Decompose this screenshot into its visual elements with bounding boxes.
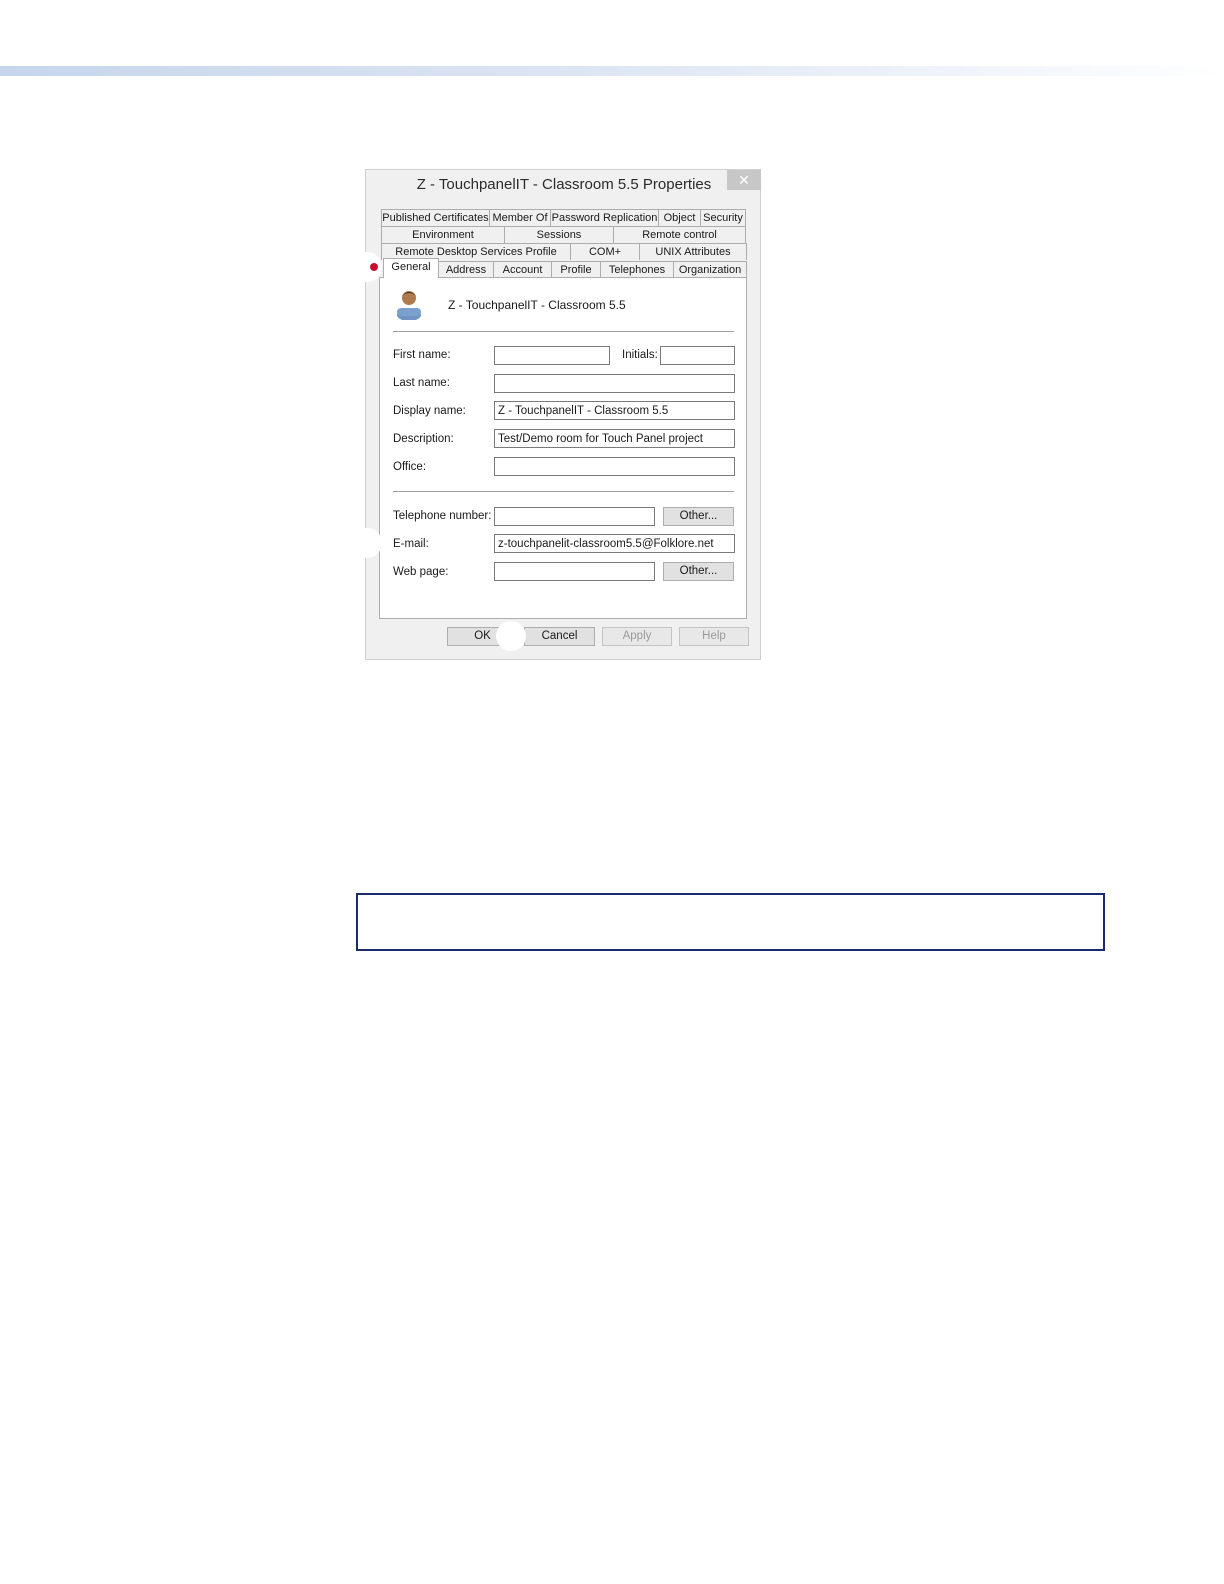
tab-published-certificates[interactable]: Published Certificates: [381, 209, 490, 226]
general-tab-panel: Z - TouchpanelIT - Classroom 5.5 First n…: [379, 277, 747, 619]
tab-remote-control[interactable]: Remote control: [613, 226, 746, 243]
tab-environment[interactable]: Environment: [381, 226, 505, 243]
tab-password-replication[interactable]: Password Replication: [550, 209, 659, 226]
webpage-other-button[interactable]: Other...: [663, 562, 734, 581]
tab-address[interactable]: Address: [438, 261, 494, 278]
callout-marker: [352, 528, 382, 558]
note-box: [356, 893, 1105, 951]
display-name-field[interactable]: Z - TouchpanelIT - Classroom 5.5: [494, 401, 735, 420]
close-button[interactable]: ✕: [727, 170, 761, 190]
help-button[interactable]: Help: [679, 627, 749, 646]
tab-account[interactable]: Account: [493, 261, 552, 278]
apply-button[interactable]: Apply: [602, 627, 672, 646]
tab-row-2: Environment Sessions Remote control: [381, 226, 746, 243]
description-label: Description:: [393, 433, 454, 445]
last-name-field[interactable]: [494, 374, 735, 393]
tab-organization[interactable]: Organization: [673, 261, 747, 278]
telephone-other-button[interactable]: Other...: [663, 507, 734, 526]
first-name-label: First name:: [393, 349, 451, 361]
separator: [393, 331, 734, 332]
description-field[interactable]: Test/Demo room for Touch Panel project: [494, 429, 735, 448]
tab-profile[interactable]: Profile: [551, 261, 601, 278]
email-field[interactable]: z-touchpanelit-classroom5.5@Folklore.net: [494, 534, 735, 553]
tab-general[interactable]: General: [383, 258, 439, 278]
telephone-field[interactable]: [494, 507, 655, 526]
tab-security[interactable]: Security: [700, 209, 746, 226]
office-label: Office:: [393, 461, 427, 473]
tab-member-of[interactable]: Member Of: [489, 209, 551, 226]
initials-label: Initials:: [622, 349, 658, 361]
object-name: Z - TouchpanelIT - Classroom 5.5: [448, 298, 626, 312]
telephone-label: Telephone number:: [393, 510, 492, 522]
tab-row-4: General Address Account Profile Telephon…: [383, 258, 747, 278]
callout-marker: [496, 621, 526, 651]
tab-row-1: Published Certificates Member Of Passwor…: [381, 209, 746, 226]
webpage-label: Web page:: [393, 566, 449, 578]
initials-field[interactable]: [660, 346, 735, 365]
last-name-label: Last name:: [393, 377, 450, 389]
tab-com-plus[interactable]: COM+: [570, 243, 640, 260]
email-label: E-mail:: [393, 538, 429, 550]
separator: [393, 491, 734, 492]
tab-telephones[interactable]: Telephones: [600, 261, 674, 278]
close-icon: ✕: [738, 172, 750, 188]
header-gradient-band: [0, 66, 1224, 76]
user-icon: [397, 291, 421, 320]
tab-sessions[interactable]: Sessions: [504, 226, 614, 243]
callout-marker-dot: [370, 263, 378, 271]
cancel-button[interactable]: Cancel: [524, 627, 595, 646]
tab-unix-attributes[interactable]: UNIX Attributes: [639, 243, 747, 260]
webpage-field[interactable]: [494, 562, 655, 581]
tab-object[interactable]: Object: [658, 209, 701, 226]
office-field[interactable]: [494, 457, 735, 476]
dialog-title: Z - TouchpanelIT - Classroom 5.5 Propert…: [416, 176, 712, 193]
first-name-field[interactable]: [494, 346, 610, 365]
display-name-label: Display name:: [393, 405, 466, 417]
properties-dialog: Z - TouchpanelIT - Classroom 5.5 Propert…: [352, 169, 761, 660]
